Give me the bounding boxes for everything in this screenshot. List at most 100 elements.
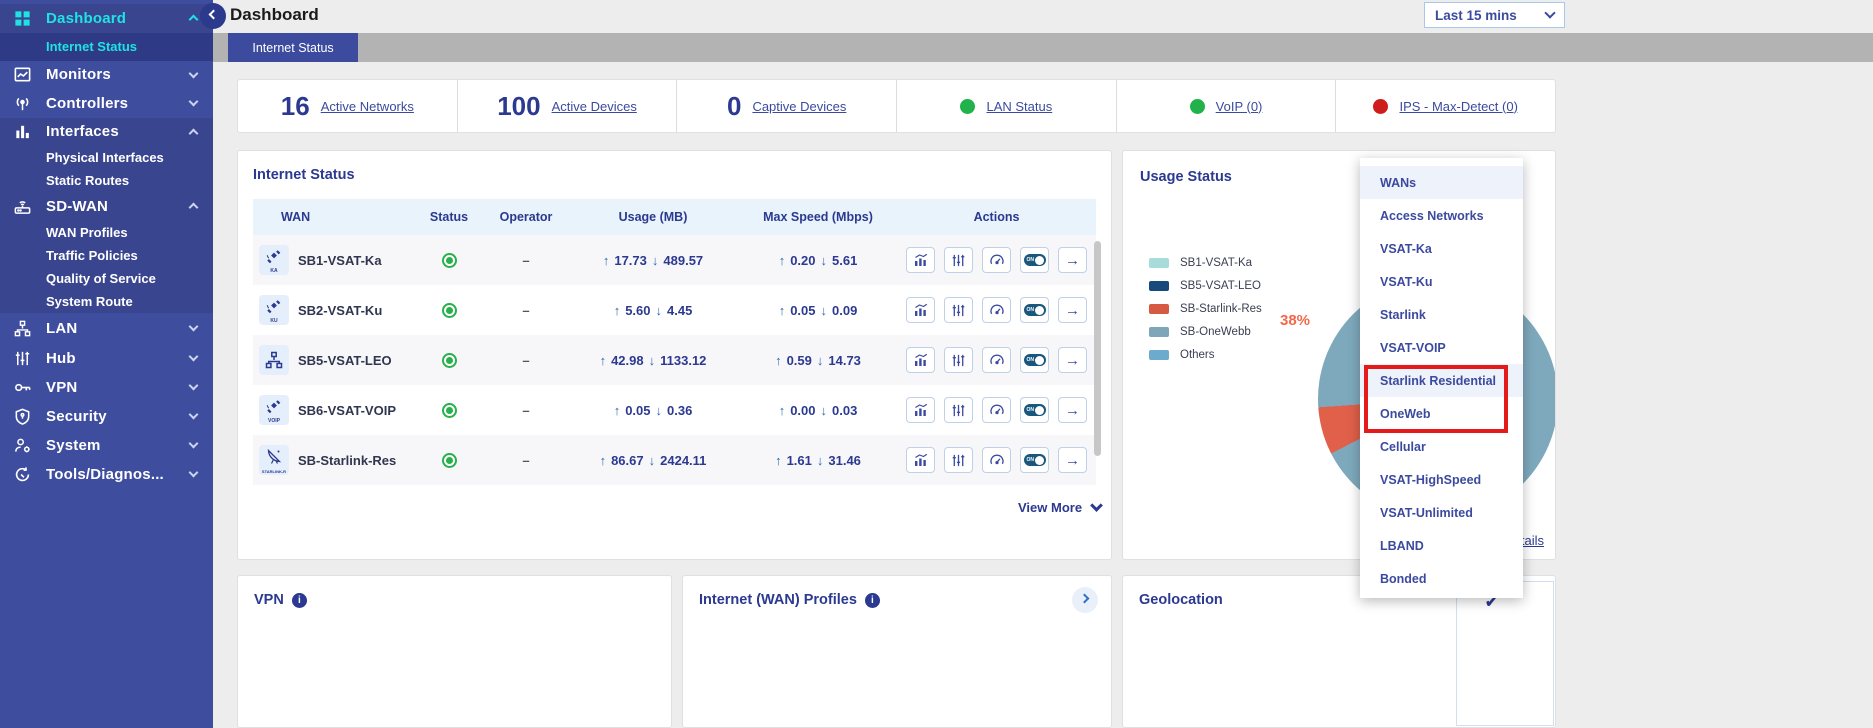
view-more-link[interactable]: View More bbox=[1018, 500, 1101, 515]
tune-settings-button[interactable] bbox=[944, 347, 973, 373]
dropdown-item-cellular[interactable]: Cellular bbox=[1360, 430, 1523, 463]
download-arrow-icon: ↓ bbox=[656, 303, 663, 318]
info-icon[interactable] bbox=[865, 593, 880, 608]
dropdown-item-vsat-ka[interactable]: VSAT-Ka bbox=[1360, 232, 1523, 265]
dropdown-item-bonded[interactable]: Bonded bbox=[1360, 562, 1523, 595]
chart-legend: SB1-VSAT-Ka SB5-VSAT-LEO SB-Starlink-Res… bbox=[1149, 257, 1262, 361]
tab-internet-status[interactable]: Internet Status bbox=[228, 33, 358, 62]
go-to-detail-button[interactable]: → bbox=[1058, 347, 1087, 373]
sidebar-sub-label: Physical Interfaces bbox=[46, 150, 164, 165]
statistics-button[interactable] bbox=[906, 397, 935, 423]
dropdown-item-vsat-highspeed[interactable]: VSAT-HighSpeed bbox=[1360, 463, 1523, 496]
sidebar-item-quality-of-service[interactable]: Quality of Service bbox=[0, 267, 213, 290]
enable-toggle-button[interactable]: ON bbox=[1020, 447, 1049, 473]
enable-toggle-button[interactable]: ON bbox=[1020, 397, 1049, 423]
chevron-down-icon bbox=[189, 410, 199, 420]
download-arrow-icon: ↓ bbox=[649, 453, 656, 468]
tune-settings-button[interactable] bbox=[944, 297, 973, 323]
stat-active-networks: 16 Active Networks bbox=[238, 80, 458, 132]
go-to-detail-button[interactable]: → bbox=[1058, 397, 1087, 423]
dropdown-item-starlink-residential[interactable]: Starlink Residential bbox=[1360, 364, 1523, 397]
sidebar-item-interfaces[interactable]: Interfaces bbox=[0, 118, 213, 147]
voip-link[interactable]: VoIP (0) bbox=[1216, 99, 1263, 114]
sidebar-collapse-button[interactable] bbox=[200, 3, 226, 29]
speed-test-button[interactable] bbox=[982, 247, 1011, 273]
lan-status-link[interactable]: LAN Status bbox=[986, 99, 1052, 114]
table-row: STARLINK-R SB-Starlink-Res – ↑86.67↓2424… bbox=[253, 435, 1096, 485]
tune-settings-button[interactable] bbox=[944, 447, 973, 473]
sidebar-item-traffic-policies[interactable]: Traffic Policies bbox=[0, 244, 213, 267]
chevron-down-icon bbox=[189, 352, 199, 362]
speed-test-button[interactable] bbox=[982, 397, 1011, 423]
dropdown-item-oneweb[interactable]: OneWeb bbox=[1360, 397, 1523, 430]
info-icon[interactable] bbox=[292, 593, 307, 608]
satellite-icon: VOIP bbox=[259, 395, 289, 425]
speed-test-button[interactable] bbox=[982, 347, 1011, 373]
sidebar-item-controllers[interactable]: Controllers bbox=[0, 89, 213, 118]
go-to-detail-button[interactable]: → bbox=[1058, 297, 1087, 323]
legend-item: SB5-VSAT-LEO bbox=[1149, 280, 1262, 292]
speed-test-button[interactable] bbox=[982, 297, 1011, 323]
sidebar-sub-label: Static Routes bbox=[46, 173, 129, 188]
statistics-button[interactable] bbox=[906, 447, 935, 473]
time-range-select[interactable]: Last 15 mins bbox=[1424, 2, 1565, 28]
wan-type-dropdown: WANs Access Networks VSAT-Ka VSAT-Ku Sta… bbox=[1360, 158, 1523, 598]
statistics-button[interactable] bbox=[906, 347, 935, 373]
enable-toggle-button[interactable]: ON bbox=[1020, 297, 1049, 323]
dropdown-item-vsat-ku[interactable]: VSAT-Ku bbox=[1360, 265, 1523, 298]
download-arrow-icon: ↓ bbox=[817, 453, 824, 468]
table-header: WAN Status Operator Usage (MB) Max Speed… bbox=[253, 199, 1096, 235]
sidebar-item-dashboard[interactable]: Dashboard bbox=[0, 4, 213, 33]
sidebar-item-label: SD-WAN bbox=[46, 198, 108, 215]
dropdown-item-vsat-voip[interactable]: VSAT-VOIP bbox=[1360, 331, 1523, 364]
upload-arrow-icon: ↑ bbox=[779, 303, 786, 318]
sidebar-item-vpn[interactable]: VPN bbox=[0, 373, 213, 402]
table-row: KA SB1-VSAT-Ka – ↑17.73↓489.57 ↑0.20↓5.6… bbox=[253, 235, 1096, 285]
sidebar-item-physical-interfaces[interactable]: Physical Interfaces bbox=[0, 146, 213, 169]
tune-settings-button[interactable] bbox=[944, 247, 973, 273]
toggle-on-icon: ON bbox=[1024, 404, 1046, 416]
dropdown-item-starlink[interactable]: Starlink bbox=[1360, 298, 1523, 331]
go-to-detail-button[interactable]: → bbox=[1058, 447, 1087, 473]
go-to-detail-button[interactable]: → bbox=[1058, 247, 1087, 273]
sidebar-item-system[interactable]: System bbox=[0, 431, 213, 460]
chevron-down-icon bbox=[189, 322, 199, 332]
enable-toggle-button[interactable]: ON bbox=[1020, 247, 1049, 273]
vpn-panel: VPN bbox=[237, 575, 672, 728]
legend-item: SB1-VSAT-Ka bbox=[1149, 257, 1262, 269]
wan-name: SB5-VSAT-LEO bbox=[298, 353, 392, 368]
statistics-button[interactable] bbox=[906, 297, 935, 323]
expand-panel-button[interactable] bbox=[1072, 587, 1098, 613]
sidebar-item-sd-wan[interactable]: SD-WAN bbox=[0, 192, 213, 221]
sidebar-item-security[interactable]: Security bbox=[0, 402, 213, 431]
dropdown-item-access-networks[interactable]: Access Networks bbox=[1360, 199, 1523, 232]
sidebar-item-internet-status[interactable]: Internet Status bbox=[0, 33, 213, 61]
legend-swatch bbox=[1149, 258, 1169, 268]
table-scrollbar[interactable] bbox=[1094, 241, 1101, 456]
chevron-down-icon bbox=[189, 468, 199, 478]
dropdown-item-lband[interactable]: LBAND bbox=[1360, 529, 1523, 562]
toggle-on-icon: ON bbox=[1024, 454, 1046, 466]
sidebar-item-static-routes[interactable]: Static Routes bbox=[0, 169, 213, 192]
wan-name: SB-Starlink-Res bbox=[298, 453, 396, 468]
toggle-on-icon: ON bbox=[1024, 254, 1046, 266]
statistics-button[interactable] bbox=[906, 247, 935, 273]
upload-arrow-icon: ↑ bbox=[603, 253, 610, 268]
active-networks-link[interactable]: Active Networks bbox=[321, 99, 414, 114]
sidebar-item-hub[interactable]: Hub bbox=[0, 344, 213, 373]
upload-arrow-icon: ↑ bbox=[600, 453, 607, 468]
sidebar-item-system-route[interactable]: System Route bbox=[0, 290, 213, 313]
sidebar-item-tools-diagnostics[interactable]: Tools/Diagnos... bbox=[0, 460, 213, 489]
speed-test-button[interactable] bbox=[982, 447, 1011, 473]
tune-settings-button[interactable] bbox=[944, 397, 973, 423]
captive-devices-link[interactable]: Captive Devices bbox=[752, 99, 846, 114]
sidebar-item-wan-profiles[interactable]: WAN Profiles bbox=[0, 221, 213, 244]
sidebar-item-lan[interactable]: LAN bbox=[0, 313, 213, 344]
ips-link[interactable]: IPS - Max-Detect (0) bbox=[1399, 99, 1517, 114]
active-devices-link[interactable]: Active Devices bbox=[552, 99, 637, 114]
sidebar-item-monitors[interactable]: Monitors bbox=[0, 61, 213, 90]
dropdown-item-wans[interactable]: WANs bbox=[1360, 166, 1523, 199]
upload-arrow-icon: ↑ bbox=[779, 403, 786, 418]
enable-toggle-button[interactable]: ON bbox=[1020, 347, 1049, 373]
dropdown-item-vsat-unlimited[interactable]: VSAT-Unlimited bbox=[1360, 496, 1523, 529]
